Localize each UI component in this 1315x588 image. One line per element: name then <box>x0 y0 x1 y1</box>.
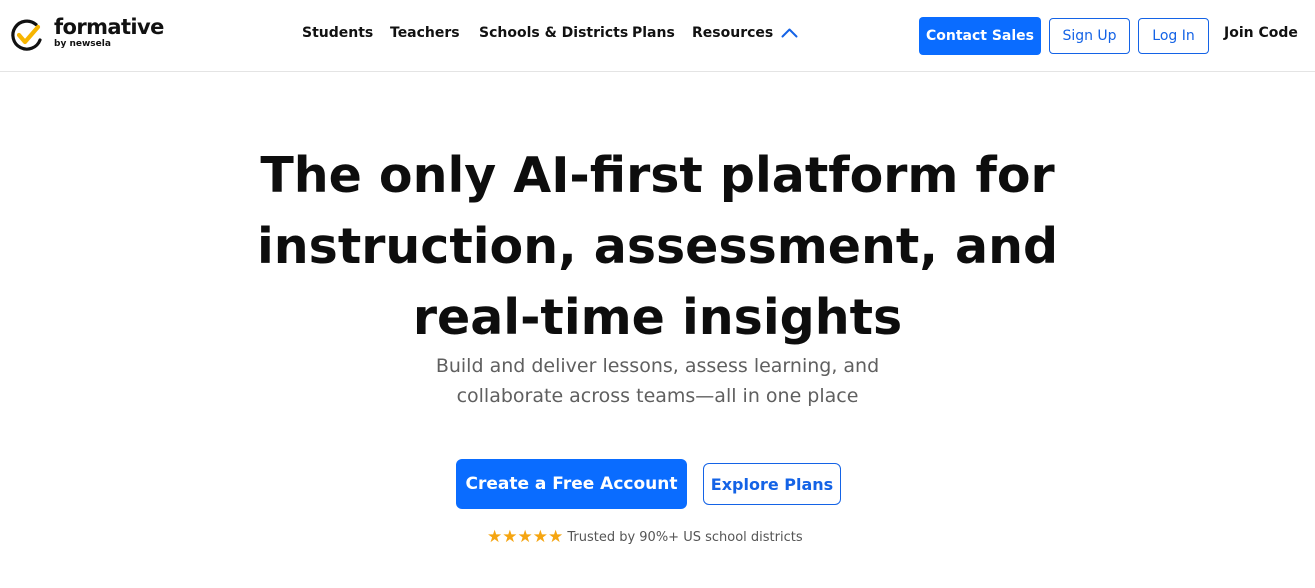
formative-logo[interactable]: formative by newsela <box>9 15 179 55</box>
sign-up-button[interactable]: Sign Up <box>1049 18 1130 54</box>
create-free-account-button[interactable]: Create a Free Account <box>456 459 687 509</box>
nav-teachers[interactable]: Teachers <box>390 25 460 41</box>
logo-byline: by newsela <box>54 39 111 49</box>
trust-line: ★★★★★ Trusted by 90%+ US school district… <box>487 527 803 547</box>
site-header: formative by newsela Students Teachers S… <box>0 0 1315 72</box>
nav-resources[interactable]: Resources <box>692 25 798 42</box>
contact-sales-button[interactable]: Contact Sales <box>919 17 1041 55</box>
hero-title-line: instruction, assessment, and <box>256 218 1059 275</box>
hero-title-line: The only AI-first platform for <box>260 147 1055 204</box>
hero-subtitle: Build and deliver lessons, assess learni… <box>0 351 1315 411</box>
hero-title: The only AI-first platform for instructi… <box>0 140 1315 353</box>
star-rating-icon: ★★★★★ <box>487 527 564 547</box>
join-code-link[interactable]: Join Code <box>1224 25 1298 41</box>
logo-wordmark: formative <box>54 15 164 39</box>
trust-text: Trusted by 90%+ US school districts <box>567 530 803 545</box>
nav-schools-districts[interactable]: Schools & Districts <box>479 25 628 41</box>
explore-plans-button[interactable]: Explore Plans <box>703 463 841 505</box>
nav-students[interactable]: Students <box>302 25 373 41</box>
chevron-up-icon <box>781 26 798 42</box>
log-in-button[interactable]: Log In <box>1138 18 1209 54</box>
nav-plans[interactable]: Plans <box>632 25 675 41</box>
nav-resources-label: Resources <box>692 25 774 41</box>
hero-subtitle-line: Build and deliver lessons, assess learni… <box>435 355 880 377</box>
hero-subtitle-line: collaborate across teams—all in one plac… <box>456 385 859 407</box>
hero-title-line: real-time insights <box>412 289 903 346</box>
check-circle-logo-icon <box>11 19 42 51</box>
